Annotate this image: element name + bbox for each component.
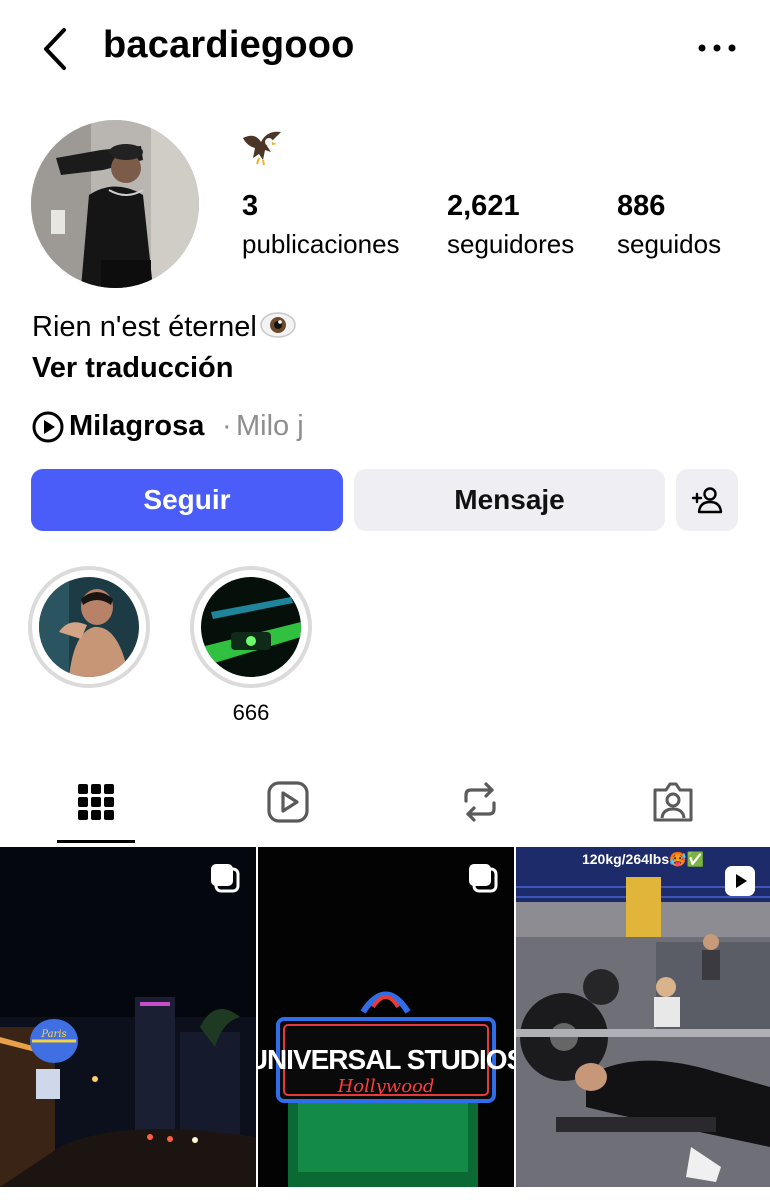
following-count[interactable]: 886 <box>617 190 665 223</box>
tagged-icon <box>653 782 693 822</box>
highlight-2-label: 666 <box>232 700 270 725</box>
grid-icon <box>78 784 114 820</box>
highlight-2-thumbnail <box>201 577 301 677</box>
following-label[interactable]: seguidos <box>617 229 721 260</box>
post-thumbnail-1[interactable]: Paris <box>0 847 256 1187</box>
music-song-title[interactable]: Milagrosa <box>69 410 204 443</box>
play-circle-icon[interactable] <box>32 411 64 443</box>
add-user-button[interactable] <box>676 469 738 531</box>
hollywood-sign-text: Hollywood <box>337 1076 435 1097</box>
posts-label: publicaciones <box>242 229 400 259</box>
music-separator: · <box>222 410 232 442</box>
avatar-photo <box>31 120 199 288</box>
story-highlight-1[interactable] <box>28 566 150 688</box>
post-thumbnail-2[interactable]: UNIVERSAL STUDIOS Hollywood <box>258 847 514 1187</box>
universal-sign-text: UNIVERSAL STUDIOS <box>258 1044 514 1075</box>
bio-text: Rien n'est éternel <box>32 311 257 343</box>
reels-icon <box>267 781 309 823</box>
story-highlight-2[interactable] <box>190 566 312 688</box>
add-user-icon <box>691 487 723 514</box>
posts-count: 3 <box>242 190 259 222</box>
svg-text:Paris: Paris <box>40 1029 66 1040</box>
carousel-icon <box>469 864 498 893</box>
reposts-icon <box>464 782 496 822</box>
tab-reposts[interactable] <box>450 772 510 832</box>
reel-play-icon <box>725 866 755 896</box>
tab-posts-grid[interactable] <box>66 772 126 832</box>
eagle-emoji-icon <box>243 131 281 166</box>
post-3-image <box>516 847 770 1187</box>
back-chevron-icon[interactable] <box>36 26 76 72</box>
tab-reels[interactable] <box>258 772 318 832</box>
followers-label[interactable]: seguidores <box>447 229 574 260</box>
post-thumbnail-3[interactable]: 120kg/264lbs🥵✅ <box>516 847 770 1187</box>
eye-emoji-icon <box>260 312 296 338</box>
more-options-icon[interactable] <box>694 36 740 60</box>
profile-avatar[interactable] <box>31 120 199 288</box>
followers-count[interactable]: 2,621 <box>447 190 520 223</box>
message-button[interactable]: Mensaje <box>354 469 665 531</box>
post-1-image: Paris <box>0 847 256 1187</box>
profile-username: bacardiegooo <box>103 24 355 66</box>
see-translation-link[interactable]: Ver traducción <box>32 352 233 385</box>
profile-bio: Rien n'est éternel <box>32 310 297 344</box>
follow-button[interactable]: Seguir <box>31 469 343 531</box>
active-tab-indicator <box>57 840 135 843</box>
post-2-image: UNIVERSAL STUDIOS Hollywood <box>258 847 514 1187</box>
music-artist[interactable]: Milo j <box>236 410 304 443</box>
carousel-icon <box>211 864 240 893</box>
highlight-1-thumbnail <box>39 577 139 677</box>
tab-tagged[interactable] <box>643 772 703 832</box>
